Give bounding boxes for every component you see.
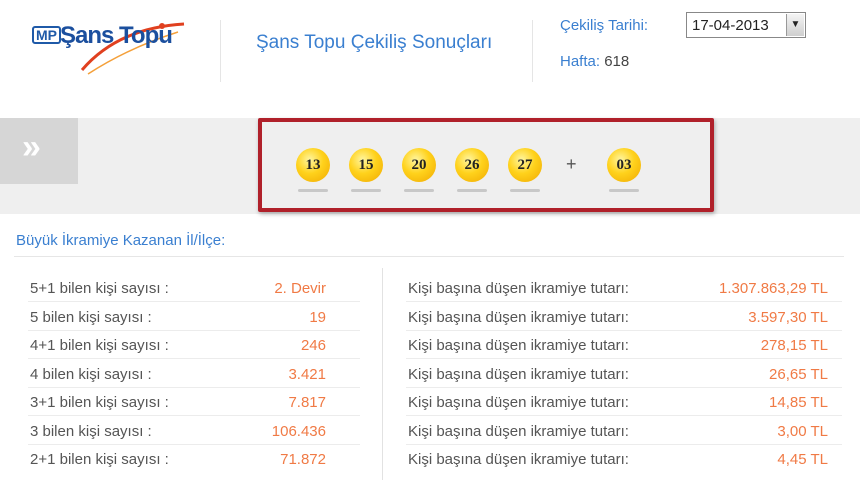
result-row: 5+1 bilen kişi sayısı : 2. Devir Kişi ba… bbox=[0, 280, 860, 309]
section-divider bbox=[14, 256, 844, 257]
winners-count: 2. Devir bbox=[274, 280, 326, 297]
double-chevron-right-icon: » bbox=[22, 128, 41, 166]
header: MP Şans Topu Şans Topu Çekiliş Sonuçları… bbox=[0, 0, 860, 112]
row-divider bbox=[28, 387, 360, 388]
row-divider bbox=[28, 444, 360, 445]
winners-label: 5 bilen kişi sayısı : bbox=[30, 309, 152, 326]
row-divider bbox=[28, 415, 360, 416]
winners-label: 4+1 bilen kişi sayısı : bbox=[30, 337, 169, 354]
ball-number: 27 bbox=[508, 148, 542, 182]
logo-mp-mark: MP bbox=[32, 26, 61, 44]
result-row: 4+1 bilen kişi sayısı : 246 Kişi başına … bbox=[0, 337, 860, 366]
ball-shadow bbox=[457, 189, 487, 192]
winners-count: 106.436 bbox=[271, 423, 326, 440]
prize-label: Kişi başına düşen ikramiye tutarı: bbox=[408, 394, 629, 411]
result-row: 3 bilen kişi sayısı : 106.436 Kişi başın… bbox=[0, 423, 860, 452]
winners-count: 71.872 bbox=[280, 451, 326, 468]
draw-date-select[interactable]: 17-04-2013 ▼ bbox=[686, 12, 806, 38]
ball-shadow bbox=[609, 189, 639, 192]
prize-label: Kişi başına düşen ikramiye tutarı: bbox=[408, 366, 629, 383]
winners-label: 3 bilen kişi sayısı : bbox=[30, 423, 152, 440]
row-divider bbox=[28, 330, 360, 331]
ball-shadow bbox=[351, 189, 381, 192]
result-row: 4 bilen kişi sayısı : 3.421 Kişi başına … bbox=[0, 366, 860, 395]
prize-label: Kişi başına düşen ikramiye tutarı: bbox=[408, 280, 629, 297]
ball-shadow bbox=[404, 189, 434, 192]
week-label: Hafta: bbox=[560, 53, 601, 70]
prize-label: Kişi başına düşen ikramiye tutarı: bbox=[408, 423, 629, 440]
row-divider bbox=[406, 358, 842, 359]
row-divider bbox=[406, 387, 842, 388]
result-row: 3+1 bilen kişi sayısı : 7.817 Kişi başın… bbox=[0, 394, 860, 423]
prize-amount: 3,00 TL bbox=[777, 423, 828, 440]
row-divider bbox=[28, 301, 360, 302]
prize-amount: 1.307.863,29 TL bbox=[719, 280, 828, 297]
result-row: 2+1 bilen kişi sayısı : 71.872 Kişi başı… bbox=[0, 451, 860, 480]
expand-button[interactable]: » bbox=[0, 118, 78, 184]
prize-amount: 14,85 TL bbox=[769, 394, 828, 411]
prize-amount: 4,45 TL bbox=[777, 451, 828, 468]
row-divider bbox=[406, 301, 842, 302]
dropdown-arrow-icon[interactable]: ▼ bbox=[786, 14, 804, 36]
winners-label: 3+1 bilen kişi sayısı : bbox=[30, 394, 169, 411]
winners-label: 2+1 bilen kişi sayısı : bbox=[30, 451, 169, 468]
section-title: Büyük İkramiye Kazanan İl/İlçe: bbox=[16, 232, 226, 249]
date-label: Çekiliş Tarihi: bbox=[560, 17, 649, 34]
ball-number: 15 bbox=[349, 148, 383, 182]
winners-count: 3.421 bbox=[288, 366, 326, 383]
winners-count: 7.817 bbox=[288, 394, 326, 411]
header-divider bbox=[220, 20, 221, 82]
ball-number: 20 bbox=[402, 148, 436, 182]
ball-shadow bbox=[510, 189, 540, 192]
logo-name: Şans Topu bbox=[60, 22, 173, 49]
draw-date-value: 17-04-2013 bbox=[692, 17, 769, 34]
winners-count: 246 bbox=[300, 337, 326, 354]
row-divider bbox=[406, 330, 842, 331]
winners-label: 4 bilen kişi sayısı : bbox=[30, 366, 152, 383]
result-row: 5 bilen kişi sayısı : 19 Kişi başına düş… bbox=[0, 309, 860, 338]
winners-count: 19 bbox=[309, 309, 326, 326]
prize-amount: 278,15 TL bbox=[760, 337, 828, 354]
winners-label: 5+1 bilen kişi sayısı : bbox=[30, 280, 169, 297]
plus-sign: + bbox=[566, 154, 577, 174]
ball-number: 13 bbox=[296, 148, 330, 182]
row-divider bbox=[406, 415, 842, 416]
prize-label: Kişi başına düşen ikramiye tutarı: bbox=[408, 337, 629, 354]
prize-amount: 3.597,30 TL bbox=[748, 309, 828, 326]
ball-number: 26 bbox=[455, 148, 489, 182]
prize-amount: 26,65 TL bbox=[769, 366, 828, 383]
prize-label: Kişi başına düşen ikramiye tutarı: bbox=[408, 309, 629, 326]
sans-topu-logo[interactable]: MP Şans Topu bbox=[28, 14, 188, 75]
week-info: Hafta: 618 bbox=[560, 53, 629, 70]
bonus-ball-number: 03 bbox=[607, 148, 641, 182]
page-title-link[interactable]: Şans Topu Çekiliş Sonuçları bbox=[256, 32, 492, 54]
header-divider bbox=[532, 20, 533, 82]
week-value: 618 bbox=[604, 53, 630, 70]
row-divider bbox=[28, 358, 360, 359]
row-divider bbox=[406, 444, 842, 445]
prize-label: Kişi başına düşen ikramiye tutarı: bbox=[408, 451, 629, 468]
ball-shadow bbox=[298, 189, 328, 192]
